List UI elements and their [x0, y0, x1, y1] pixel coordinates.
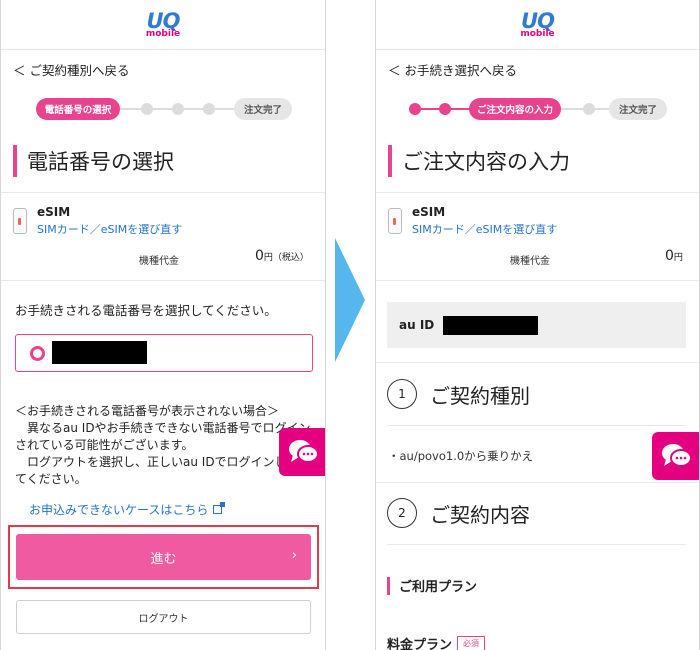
- title-accent-bar: [13, 145, 17, 177]
- title-accent-bar: [388, 145, 392, 177]
- chat-icon[interactable]: [279, 428, 325, 476]
- redacted-au-id: [443, 316, 538, 335]
- next-button-label: 進む: [150, 551, 177, 567]
- section-heading: ご契約内容: [430, 503, 530, 527]
- price-amount: 0: [665, 248, 674, 264]
- price-label: 機種代金: [510, 256, 550, 267]
- divider: [376, 192, 699, 193]
- product-name: eSIM: [412, 205, 446, 219]
- reselect-sim-link[interactable]: SIMカード／eSIMを選び直す: [37, 221, 182, 237]
- cannot-apply-link[interactable]: お申込みできないケースはこちら: [29, 501, 226, 518]
- header: UQ mobile: [376, 0, 699, 50]
- phone-device-icon: [388, 208, 402, 234]
- chat-icon[interactable]: [652, 432, 699, 480]
- price-unit: 円（税込）: [263, 253, 309, 263]
- divider: [1, 192, 325, 193]
- step-complete: 注文完了: [609, 98, 667, 120]
- logo-mobile: mobile: [520, 28, 555, 39]
- chat-bubble-icon: [289, 440, 319, 463]
- price-value: 0円（税込）: [255, 248, 309, 264]
- divider: [376, 280, 699, 281]
- sub-section-title-text: ご利用プラン: [399, 580, 478, 595]
- arrow-right-icon: [335, 238, 365, 362]
- divider: [387, 544, 686, 545]
- price-unit: 円: [673, 253, 683, 263]
- required-badge: 必須: [457, 636, 486, 650]
- logo-mobile: mobile: [145, 28, 181, 39]
- right-screen: UQ mobile ＜ お手続き選択へ戻る ご注文内容の入力 注文完了 ご注文内…: [375, 0, 700, 650]
- page-title-text: 電話番号の選択: [27, 150, 174, 174]
- step-dot-done: [409, 103, 421, 115]
- instruction-text: お手続きされる電話番号を選択してください。: [15, 303, 277, 318]
- contract-type-value: ・au/povo1.0から乗りかえ: [388, 449, 534, 463]
- page-title-text: ご注文内容の入力: [402, 150, 570, 174]
- left-screen: UQ mobile ＜ ご契約種別へ戻る 電話番号の選択 注文完了 電話番号の選…: [0, 0, 326, 650]
- uq-mobile-logo[interactable]: UQ mobile: [145, 10, 181, 39]
- au-id-label: au ID: [399, 318, 435, 332]
- section-number: 2: [387, 498, 417, 528]
- phone-device-icon: [13, 208, 27, 234]
- step-active: 電話番号の選択: [36, 98, 120, 120]
- divider: [387, 425, 686, 426]
- step-dot: [172, 103, 184, 115]
- notice-line: 異なるau IDやお手続きできない電話番号でログイン: [15, 421, 311, 435]
- step-dot-done: [439, 103, 451, 115]
- cannot-apply-link-text: お申込みできないケースはこちら: [29, 503, 209, 517]
- chat-bubble-icon: [662, 444, 692, 467]
- back-link[interactable]: ＜ お手続き選択へ戻る: [388, 60, 517, 79]
- notice-line: されている可能性がございます。: [15, 438, 194, 452]
- notice-text: ＜お手続きされる電話番号が表示されない場合＞ 異なるau IDやお手続きできない…: [15, 403, 311, 488]
- radio-button[interactable]: [30, 346, 45, 361]
- notice-line: ＜お手続きされる電話番号が表示されない場合＞: [15, 404, 280, 418]
- reselect-sim-link[interactable]: SIMカード／eSIMを選び直す: [412, 221, 557, 237]
- step-active: ご注文内容の入力: [469, 98, 561, 120]
- step-dot: [141, 103, 153, 115]
- notice-line: ログアウトを選択し、正しいau IDでログインし直し: [15, 455, 311, 469]
- divider: [376, 362, 699, 363]
- price-value: 0円: [665, 248, 683, 264]
- uq-mobile-logo[interactable]: UQ mobile: [520, 10, 555, 39]
- plan-field-text: 料金プラン: [387, 638, 453, 650]
- section-number: 1: [387, 379, 417, 409]
- step-complete: 注文完了: [234, 98, 292, 120]
- divider: [1, 280, 325, 281]
- plan-field-label: 料金プラン 必須: [387, 634, 486, 650]
- product-name: eSIM: [37, 205, 71, 219]
- au-id-display: au ID: [387, 302, 686, 348]
- phone-number-option[interactable]: [15, 334, 313, 372]
- progress-stepper: ご注文内容の入力 注文完了: [376, 98, 699, 120]
- divider: [376, 482, 699, 483]
- external-link-icon: [213, 502, 226, 514]
- back-link[interactable]: ＜ ご契約種別へ戻る: [13, 60, 129, 79]
- page-title: ご注文内容の入力: [388, 144, 570, 178]
- logout-button[interactable]: ログアウト: [16, 600, 311, 634]
- step-dot: [203, 103, 215, 115]
- section-heading: ご契約種別: [430, 384, 530, 408]
- price-amount: 0: [255, 248, 264, 264]
- header: UQ mobile: [1, 0, 325, 50]
- next-button[interactable]: 進む ›: [16, 534, 311, 580]
- page-title: 電話番号の選択: [13, 144, 174, 178]
- redacted-phone-number: [52, 341, 147, 364]
- price-label: 機種代金: [139, 256, 179, 267]
- progress-stepper: 電話番号の選択 注文完了: [1, 98, 325, 120]
- sub-section-title: ご利用プラン: [387, 576, 477, 595]
- sub-title-accent-bar: [387, 576, 390, 595]
- notice-line: てください。: [15, 472, 87, 486]
- step-dot: [583, 103, 595, 115]
- chevron-right-icon: ›: [291, 548, 297, 563]
